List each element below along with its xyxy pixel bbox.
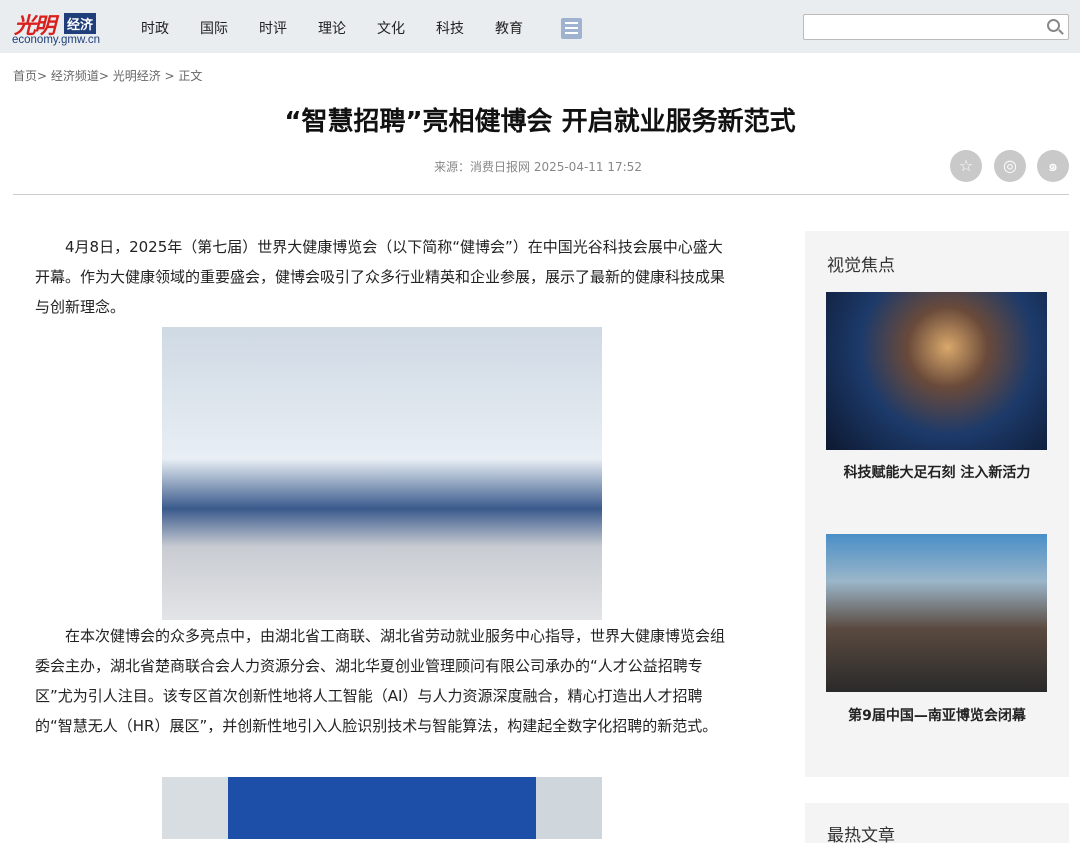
star-icon[interactable]: ☆: [950, 150, 982, 182]
nav-item[interactable]: 理论: [318, 18, 346, 38]
nav-item[interactable]: 时政: [141, 18, 169, 38]
focus-caption[interactable]: 第9届中国—南亚博览会闭幕: [805, 705, 1069, 725]
nav-item[interactable]: 国际: [200, 18, 228, 38]
site-logo[interactable]: 光明 经济 economy.gmw.cn: [12, 8, 107, 48]
search-input[interactable]: [803, 14, 1069, 40]
search-icon[interactable]: [1047, 19, 1060, 32]
hot-articles-panel: 最热文章: [805, 803, 1069, 846]
article-paragraph: 在本次健博会的众多亮点中，由湖北省工商联、湖北省劳动就业服务中心指导，世界大健康…: [35, 627, 726, 735]
weibo-icon[interactable]: ๑: [1037, 150, 1069, 182]
focus-caption[interactable]: 科技赋能大足石刻 注入新活力: [805, 462, 1069, 482]
article-meta: 来源：消费日报网 2025-04-11 17:52: [434, 160, 642, 174]
visual-focus-panel: 视觉焦点 科技赋能大足石刻 注入新活力 第9届中国—南亚博览会闭幕: [805, 231, 1069, 777]
panel-title: 视觉焦点: [827, 256, 895, 276]
nav-item[interactable]: 文化: [377, 18, 405, 38]
main-nav: 时政 国际 时评 理论 文化 科技 教育: [141, 18, 523, 38]
divider: [13, 194, 1069, 195]
article-image: [162, 327, 602, 620]
focus-image[interactable]: [826, 534, 1047, 692]
article-title: “智慧招聘”亮相健博会 开启就业服务新范式: [284, 107, 796, 137]
breadcrumb[interactable]: 首页> 经济频道> 光明经济 > 正文: [13, 67, 202, 84]
focus-image[interactable]: [826, 292, 1047, 450]
menu-icon[interactable]: [561, 18, 582, 39]
nav-item[interactable]: 教育: [495, 18, 523, 38]
panel-title: 最热文章: [827, 826, 895, 846]
top-bar: 光明 经济 economy.gmw.cn 时政 国际 时评 理论 文化 科技 教…: [0, 0, 1080, 53]
article-image: [162, 777, 602, 839]
article-paragraph: 4月8日，2025年（第七届）世界大健康博览会（以下简称“健博会”）在中国光谷科…: [35, 238, 726, 316]
wechat-icon[interactable]: ◎: [994, 150, 1026, 182]
nav-item[interactable]: 时评: [259, 18, 287, 38]
nav-item[interactable]: 科技: [436, 18, 464, 38]
